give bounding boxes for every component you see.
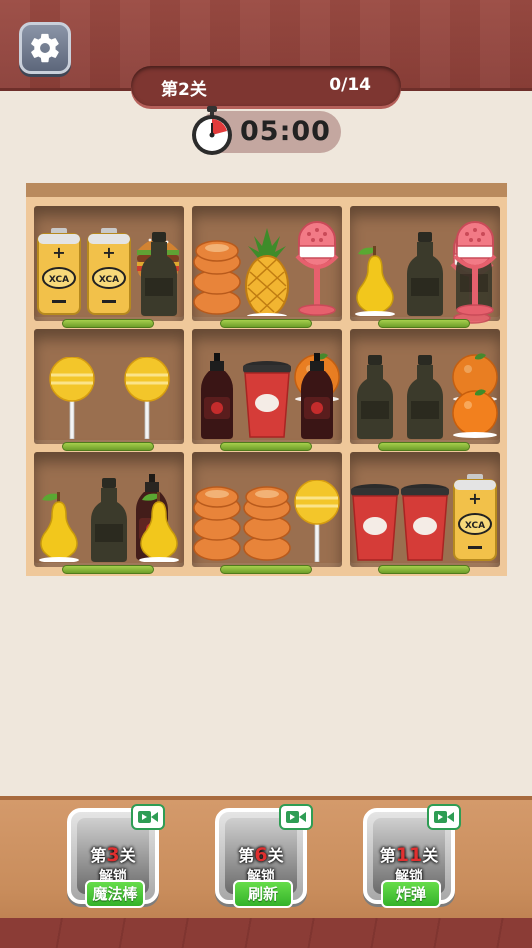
dark-bottle-item[interactable] — [89, 478, 129, 566]
sauce-bottle-item[interactable] — [299, 353, 335, 443]
progress-count: 0/14 — [329, 75, 371, 95]
battery-icon: + XCA — [87, 228, 131, 315]
countdown-timer: 05:00 — [240, 116, 331, 147]
donut-stack-icon — [193, 486, 241, 561]
lollipop-icon — [294, 479, 340, 563]
unlock-prefix: 第 — [379, 846, 396, 865]
shelf-layer-bar — [62, 565, 154, 574]
svg-text:XCA: XCA — [99, 275, 119, 285]
dark-bottle-icon — [407, 355, 443, 439]
unlock-prefix: 第 — [90, 846, 107, 865]
lollipop-item[interactable] — [123, 356, 171, 443]
dark-bottle-item[interactable] — [355, 355, 395, 443]
orange-item[interactable] — [450, 387, 500, 443]
unlock-level-label: 第3关 — [71, 846, 155, 865]
pear-icon — [139, 492, 179, 563]
settings-button[interactable] — [19, 22, 71, 74]
microphone-item[interactable] — [295, 220, 339, 320]
svg-text:+: + — [52, 243, 65, 262]
svg-text:+: + — [102, 243, 115, 262]
battery-icon: + XCA — [37, 228, 81, 315]
coffee-cup-icon — [243, 361, 291, 438]
pear-icon — [355, 246, 395, 317]
coffee-cup-icon — [401, 484, 449, 561]
battery-item[interactable]: + XCA — [452, 474, 498, 566]
unlock-level-number: 3 — [106, 844, 120, 866]
level-label: 第2关 — [161, 80, 207, 100]
dark-bottle-icon — [357, 355, 393, 439]
donut-stack-item[interactable] — [242, 484, 292, 566]
tool-name-tag: 刷新 — [233, 880, 293, 908]
unlock-level-label: 第6关 — [219, 846, 303, 865]
coffee-cup-item[interactable] — [350, 482, 400, 566]
sauce-bottle-icon — [301, 353, 333, 439]
video-ad-icon[interactable] — [427, 804, 461, 830]
shelf-layer-bar — [378, 319, 470, 328]
gear-icon — [31, 33, 59, 63]
shelf-layer-bar — [378, 442, 470, 451]
donut-stack-icon — [193, 240, 241, 315]
tool-magic-wand-button[interactable]: 第3关 解锁 魔法棒 — [67, 804, 165, 908]
svg-text:XCA: XCA — [465, 521, 485, 531]
lollipop-item[interactable] — [48, 356, 96, 443]
donut-stack-icon — [243, 486, 291, 561]
stopwatch-icon — [192, 106, 232, 155]
tool-name-tag: 魔法棒 — [85, 880, 145, 908]
shelf-layer-bar — [220, 565, 312, 574]
tool-bomb-button[interactable]: 第11关 解锁 炸弹 — [363, 804, 461, 908]
shelf-layer-bar — [220, 319, 312, 328]
video-ad-icon[interactable] — [279, 804, 313, 830]
pineapple-icon — [245, 228, 289, 319]
level-progress-pill: 第2关 0/14 — [131, 66, 401, 106]
shelf-layer-bar — [62, 319, 154, 328]
pear-icon — [39, 492, 79, 563]
pear-item[interactable] — [136, 490, 182, 566]
shelf-layer-bar — [62, 442, 154, 451]
pear-item[interactable] — [36, 490, 82, 566]
dark-bottle-item[interactable] — [405, 355, 445, 443]
shelf-layer-bar — [378, 565, 470, 574]
tool-name-tag: 炸弹 — [381, 880, 441, 908]
floor — [0, 918, 532, 948]
lollipop-icon — [48, 356, 95, 440]
dark-bottle-item[interactable] — [405, 232, 445, 320]
donut-stack-item[interactable] — [192, 484, 242, 566]
coffee-cup-item[interactable] — [400, 482, 450, 566]
microphone-item[interactable] — [453, 220, 497, 320]
sauce-bottle-item[interactable] — [199, 353, 235, 443]
shelf-layer-bar — [220, 442, 312, 451]
battery-item[interactable]: + XCA — [36, 228, 82, 320]
lollipop-item[interactable] — [293, 479, 341, 566]
unlock-suffix: 关 — [422, 846, 439, 865]
dark-bottle-icon — [91, 478, 127, 562]
unlock-level-label: 第11关 — [367, 846, 451, 865]
dark-bottle-icon — [407, 232, 443, 316]
orange-icon — [452, 389, 498, 438]
shelf-top-trim — [26, 183, 507, 197]
video-ad-icon[interactable] — [131, 804, 165, 830]
unlock-prefix: 第 — [238, 846, 255, 865]
tool-refresh-button[interactable]: 第6关 解锁 刷新 — [215, 804, 313, 908]
coffee-cup-icon — [351, 484, 399, 561]
pineapple-item[interactable] — [244, 228, 290, 320]
unlock-level-number: 11 — [395, 844, 423, 866]
lollipop-icon — [123, 356, 170, 440]
dark-bottle-item[interactable] — [139, 232, 179, 320]
svg-text:+: + — [468, 489, 481, 508]
svg-text:XCA: XCA — [49, 275, 69, 285]
unlock-level-number: 6 — [254, 844, 268, 866]
sauce-bottle-icon — [201, 353, 233, 439]
unlock-suffix: 关 — [267, 846, 284, 865]
dark-bottle-icon — [141, 232, 177, 316]
battery-icon: + XCA — [453, 474, 497, 561]
coffee-cup-item[interactable] — [242, 359, 292, 443]
donut-stack-item[interactable] — [192, 238, 242, 320]
microphone-icon — [295, 221, 339, 316]
pear-item[interactable] — [352, 244, 398, 320]
battery-item[interactable]: + XCA — [86, 228, 132, 320]
unlock-suffix: 关 — [119, 846, 136, 865]
microphone-icon — [453, 221, 497, 316]
